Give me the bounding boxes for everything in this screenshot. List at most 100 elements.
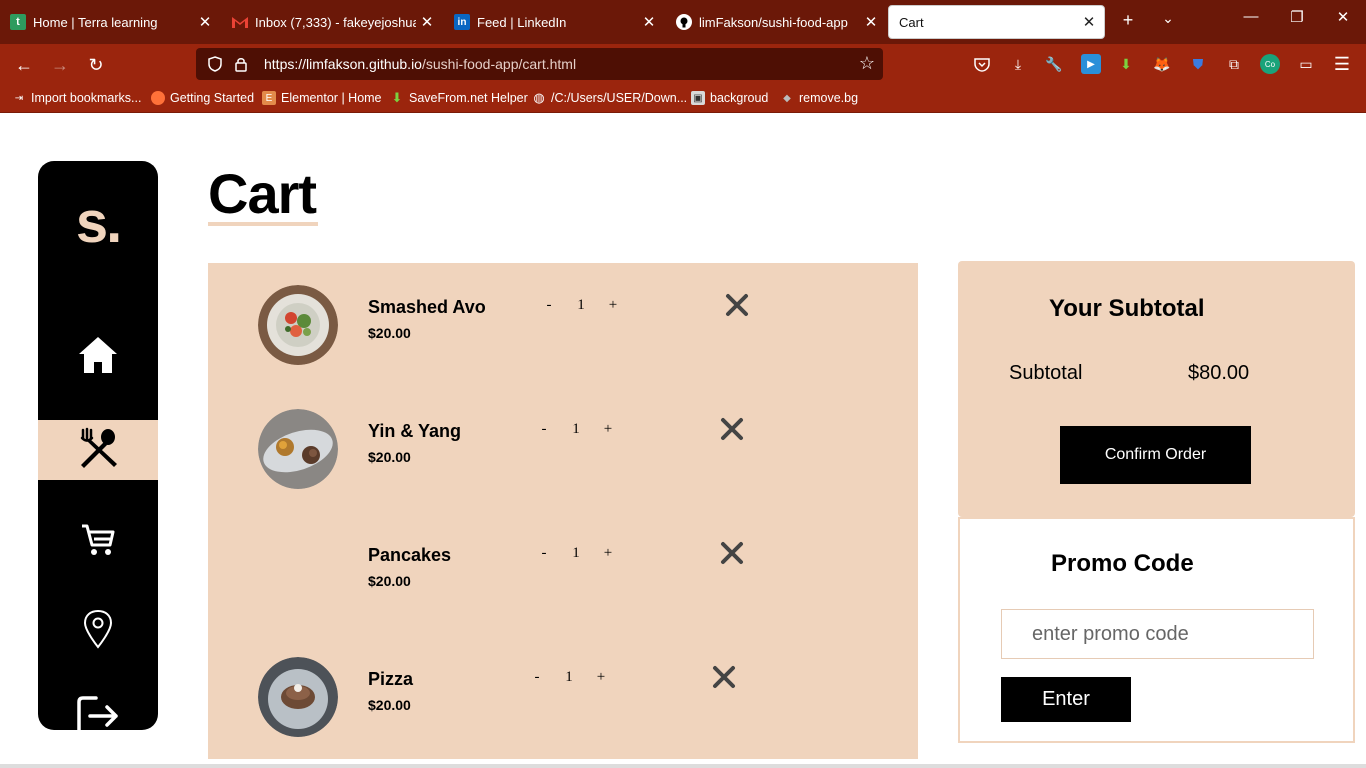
cart-icon: [81, 523, 115, 562]
subtotal-value: $80.00: [1188, 362, 1250, 384]
quantity-value: 1: [572, 421, 580, 437]
close-icon[interactable]: ✕: [416, 13, 438, 31]
reload-icon[interactable]: ↻: [84, 53, 108, 77]
page-title: Cart: [208, 162, 317, 225]
increase-button[interactable]: +: [601, 545, 615, 562]
title-underline: [208, 222, 318, 226]
item-name: Pizza: [368, 669, 414, 689]
forward-arrow-icon[interactable]: →: [48, 53, 72, 77]
linkedin-icon: in: [454, 14, 470, 30]
firefox-icon: [151, 91, 165, 105]
download-icon[interactable]: ⤓: [1008, 54, 1028, 74]
sidebar-item-menu[interactable]: [38, 420, 158, 480]
decrease-button[interactable]: -: [542, 297, 556, 314]
confirm-order-button[interactable]: Confirm Order: [1060, 426, 1251, 484]
pocket-icon[interactable]: [972, 54, 992, 74]
tab-list-icon[interactable]: ⌄: [1156, 10, 1180, 27]
promo-panel: Promo Code Enter: [958, 517, 1355, 743]
bookmark-remove-bg[interactable]: ◆ remove.bg: [780, 91, 858, 105]
quantity-value: 1: [572, 545, 580, 561]
item-price: $20.00: [368, 325, 411, 341]
item-price: $20.00: [368, 697, 411, 713]
bookmark-label: Elementor | Home: [281, 91, 382, 105]
decrease-button[interactable]: -: [530, 669, 544, 686]
new-tab-icon[interactable]: +: [1116, 10, 1140, 31]
minimize-icon[interactable]: —: [1228, 8, 1274, 25]
url-text[interactable]: https://limfakson.github.io/sushi-food-a…: [264, 56, 576, 72]
remove-item-button[interactable]: [725, 293, 751, 319]
globe-icon: ◍: [533, 90, 545, 105]
extensions-icon[interactable]: ⧉: [1224, 54, 1244, 74]
sidebar-nav: s.: [38, 161, 158, 730]
sidebar-item-location[interactable]: [38, 601, 158, 661]
page-bottom-edge: [0, 764, 1366, 768]
item-name: Pancakes: [368, 545, 452, 565]
remove-item-button[interactable]: [720, 417, 746, 443]
item-price: $20.00: [368, 573, 411, 589]
bookmark-savefrom[interactable]: ⬇ SaveFrom.net Helper: [390, 90, 528, 105]
wrench-icon[interactable]: 🔧: [1044, 54, 1064, 74]
shield-extension-icon[interactable]: ⛊: [1188, 54, 1208, 74]
co-extension-icon[interactable]: Co: [1260, 54, 1280, 74]
food-thumbnail: [258, 657, 338, 737]
home-icon: [77, 335, 119, 380]
back-arrow-icon[interactable]: ←: [12, 53, 36, 77]
close-icon[interactable]: ✕: [194, 13, 216, 31]
bookmark-star-icon[interactable]: ☆: [859, 53, 875, 74]
menu-icon[interactable]: ☰: [1332, 54, 1352, 74]
tab-linkedin[interactable]: in Feed | LinkedIn ✕: [444, 5, 664, 39]
lock-icon[interactable]: [230, 53, 252, 75]
screenshot-icon[interactable]: ▭: [1296, 54, 1316, 74]
remove-item-button[interactable]: [712, 665, 738, 691]
quantity-stepper: - 1 +: [537, 421, 615, 438]
remove-item-button[interactable]: [720, 541, 746, 567]
bookmark-import[interactable]: ⇥ Import bookmarks...: [12, 91, 142, 105]
promo-enter-button[interactable]: Enter: [1001, 677, 1131, 722]
bookmark-elementor[interactable]: E Elementor | Home: [262, 91, 382, 105]
logo: s.: [75, 190, 122, 255]
subtotal-title: Your Subtotal: [1049, 295, 1205, 322]
bookmark-local-file[interactable]: ◍ /C:/Users/USER/Down...: [532, 90, 687, 105]
extension-icon[interactable]: ▶: [1081, 54, 1101, 74]
quantity-stepper: - 1 +: [537, 545, 615, 562]
close-icon: [721, 542, 743, 564]
tab-cart[interactable]: Cart ✕: [888, 5, 1105, 39]
logout-icon: [76, 695, 120, 730]
metamask-icon[interactable]: 🦊: [1152, 54, 1172, 74]
tab-terra-learning[interactable]: t Home | Terra learning ✕: [0, 5, 220, 39]
increase-button[interactable]: +: [606, 297, 620, 314]
sidebar-item-home[interactable]: [38, 327, 158, 387]
cart-item: Yin & Yang $20.00 - 1 +: [208, 409, 918, 509]
close-icon[interactable]: ✕: [860, 13, 882, 31]
url-host: https://limfakson.github.io: [264, 56, 422, 72]
food-thumbnail: [258, 409, 338, 489]
cart-item: Pancakes $20.00 - 1 +: [208, 533, 918, 633]
bookmark-getting-started[interactable]: Getting Started: [151, 91, 254, 105]
bookmark-backgroud[interactable]: ▣ backgroud: [691, 91, 768, 105]
image-icon: ▣: [691, 91, 705, 105]
close-icon[interactable]: ✕: [1078, 13, 1100, 31]
window-close-icon[interactable]: ✕: [1320, 8, 1366, 26]
sidebar-item-cart[interactable]: [38, 512, 158, 572]
decrease-button[interactable]: -: [537, 421, 551, 438]
elementor-icon: E: [262, 91, 276, 105]
tab-title: limFakson/sushi-food-app: [699, 14, 848, 30]
increase-button[interactable]: +: [601, 421, 615, 438]
decrease-button[interactable]: -: [537, 545, 551, 562]
close-icon: [726, 294, 748, 316]
tab-title: Cart: [899, 14, 924, 30]
restore-icon[interactable]: ❐: [1274, 8, 1320, 26]
tab-gmail[interactable]: Inbox (7,333) - fakeyejoshua20( ✕: [222, 5, 442, 39]
tab-github[interactable]: limFakson/sushi-food-app ✕: [666, 5, 886, 39]
address-bar[interactable]: https://limfakson.github.io/sushi-food-a…: [196, 48, 883, 80]
close-icon[interactable]: ✕: [638, 13, 660, 31]
increase-button[interactable]: +: [594, 669, 608, 686]
removebg-icon: ◆: [783, 92, 791, 104]
bookmark-label: SaveFrom.net Helper: [409, 91, 528, 105]
browser-nav-bar: ← → ↻ https://limfakson.github.io/sushi-…: [0, 44, 1366, 85]
promo-code-input[interactable]: [1001, 609, 1314, 659]
sidebar-item-logout[interactable]: [38, 688, 158, 730]
item-name: Yin & Yang: [368, 421, 462, 441]
savefrom-icon[interactable]: ⬇: [1116, 54, 1136, 74]
shield-icon[interactable]: [204, 53, 226, 75]
